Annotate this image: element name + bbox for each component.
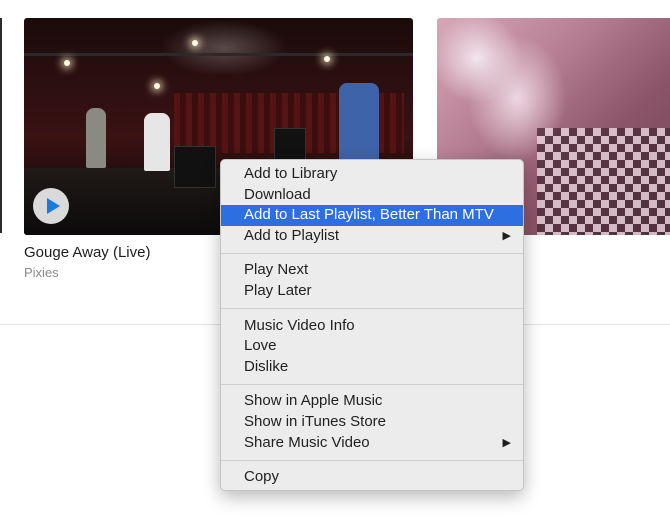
menu-item-play-next[interactable]: Play Next: [221, 260, 523, 281]
menu-separator: [221, 459, 523, 461]
menu-item-add-to-last-playlist-better-than-mtv[interactable]: Add to Last Playlist, Better Than MTV: [221, 205, 523, 226]
menu-item-music-video-info[interactable]: Music Video Info: [221, 316, 523, 337]
previous-tile-edge: [0, 18, 2, 233]
menu-item-label: Play Later: [244, 281, 312, 299]
menu-item-download[interactable]: Download: [221, 185, 523, 206]
menu-item-add-to-playlist[interactable]: Add to Playlist ▶: [221, 226, 523, 247]
menu-item-label: Show in Apple Music: [244, 392, 383, 410]
menu-item-copy[interactable]: Copy: [221, 467, 523, 488]
menu-separator: [221, 252, 523, 254]
submenu-arrow-icon: ▶: [502, 436, 511, 449]
menu-item-play-later[interactable]: Play Later: [221, 281, 523, 302]
play-button[interactable]: [33, 188, 69, 224]
menu-item-label: Copy: [244, 468, 280, 486]
menu-item-share-music-video[interactable]: Share Music Video ▶: [221, 433, 523, 454]
submenu-arrow-icon: ▶: [502, 229, 511, 242]
menu-item-show-in-itunes-store[interactable]: Show in iTunes Store: [221, 412, 523, 433]
menu-item-label: Music Video Info: [244, 316, 355, 334]
performer: [144, 113, 170, 171]
menu-item-label: Add to Library: [244, 165, 338, 182]
menu-item-dislike[interactable]: Dislike: [221, 357, 523, 378]
menu-item-label: Play Next: [244, 261, 309, 279]
stage-light: [154, 83, 160, 89]
context-menu: Add to Library Download Add to Last Playli…: [220, 159, 524, 491]
menu-item-love[interactable]: Love: [221, 336, 523, 357]
menu-item-label: Love: [244, 337, 277, 355]
performer: [86, 108, 106, 168]
stage-light: [324, 56, 330, 62]
menu-item-label: Add to Last Playlist, Better Than MTV: [244, 206, 494, 224]
menu-item-label: Dislike: [244, 357, 289, 375]
video-title[interactable]: Gouge Away (Live): [24, 244, 150, 261]
menu-item-label: Show in iTunes Store: [244, 412, 387, 430]
menu-item-label: Add to Playlist: [244, 226, 340, 244]
stage-light: [192, 40, 198, 46]
menu-separator: [221, 308, 523, 310]
menu-separator: [221, 383, 523, 385]
menu-item-add-to-library[interactable]: Add to Library: [221, 164, 523, 185]
menu-item-label: Share Music Video: [244, 433, 370, 451]
lighting-rig: [24, 53, 413, 56]
stage-light: [64, 60, 70, 66]
menu-item-label: Download: [244, 185, 311, 203]
video-artist[interactable]: Pixies: [24, 265, 59, 280]
menu-item-show-in-apple-music[interactable]: Show in Apple Music: [221, 391, 523, 412]
plaid-shirt: [537, 128, 670, 235]
play-icon: [46, 198, 60, 214]
amplifier: [174, 146, 216, 188]
performer: [339, 83, 379, 168]
